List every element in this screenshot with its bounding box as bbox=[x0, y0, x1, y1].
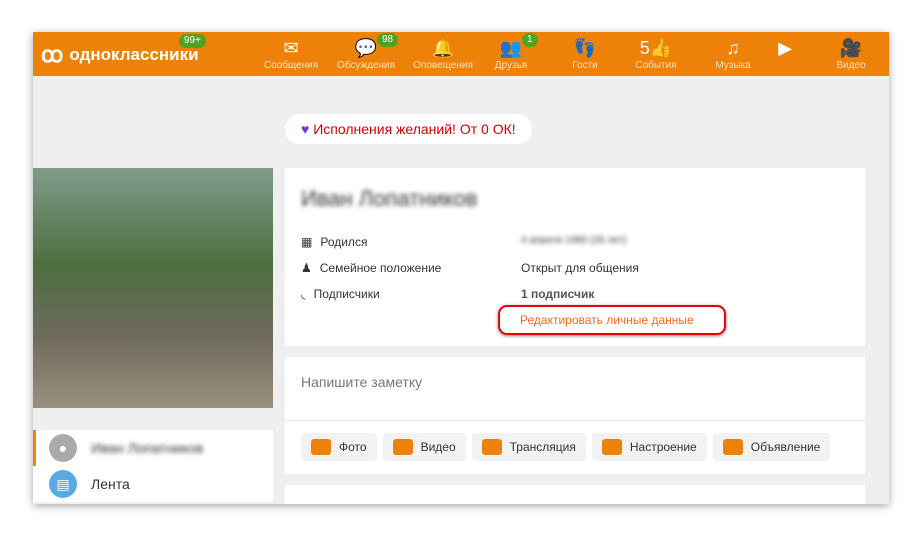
logo[interactable]: ꝏ одноклассники bbox=[41, 42, 199, 68]
broadcast-icon bbox=[481, 439, 502, 455]
nav-label: Друзья bbox=[494, 60, 528, 71]
nav-badge: 98 bbox=[377, 33, 399, 47]
nav-label: Сообщения bbox=[263, 60, 319, 71]
rss-icon: ◟ bbox=[301, 287, 306, 301]
note-card: Напишите заметку Фото Видео Трансляция Наст… bbox=[285, 357, 865, 474]
family-value: Открыт для общения bbox=[521, 261, 639, 275]
nav-label: Видео bbox=[836, 60, 866, 71]
left-menu: ● Иван Лопатников ▤ Лента bbox=[33, 430, 273, 502]
left-menu-feed[interactable]: ▤ Лента bbox=[33, 466, 273, 502]
events-icon: 5👍 bbox=[639, 38, 673, 58]
nav-badge: 1 bbox=[522, 33, 538, 47]
note-video-button[interactable]: Видео bbox=[382, 433, 466, 461]
nav-label: Музыка bbox=[715, 60, 751, 71]
calendar-icon: ▦ bbox=[301, 235, 313, 249]
row-label: Подписчики bbox=[313, 287, 380, 301]
nav-video-camera[interactable]: 🎥 Видео bbox=[816, 36, 886, 71]
note-ad-button[interactable]: Объявление bbox=[712, 433, 831, 461]
button-label: Фото bbox=[339, 440, 367, 454]
video-icon bbox=[392, 439, 413, 455]
nav-chat[interactable]: 💬 Обсуждения 98 bbox=[331, 33, 401, 71]
promo-text: Исполнения желаний! От 0 ОК! bbox=[313, 121, 516, 137]
profile-name: Иван Лопатников bbox=[301, 186, 478, 211]
camera-icon bbox=[311, 439, 331, 455]
nav-events[interactable]: 5👍 События bbox=[621, 36, 691, 71]
left-menu-label: Иван Лопатников bbox=[91, 440, 204, 456]
feed-icon: ▤ bbox=[49, 470, 77, 498]
nav-label: События bbox=[635, 60, 677, 71]
avatar-icon: ● bbox=[49, 434, 77, 462]
left-menu-profile[interactable]: ● Иван Лопатников bbox=[33, 430, 273, 466]
mood-icon bbox=[601, 439, 622, 455]
row-label: Семейное положение bbox=[319, 261, 442, 275]
profile-photo[interactable] bbox=[33, 168, 273, 408]
nav-label: Оповещения bbox=[413, 60, 473, 71]
note-input[interactable]: Напишите заметку bbox=[285, 357, 865, 421]
nav-label: Обсуждения bbox=[336, 60, 396, 71]
subscribers-value[interactable]: 1 подписчик bbox=[521, 287, 594, 301]
ad-icon bbox=[722, 439, 743, 455]
nav-play[interactable]: ▶ bbox=[750, 36, 820, 60]
nav-footprints[interactable]: 👣 Гости bbox=[550, 36, 620, 71]
note-broadcast-button[interactable]: Трансляция bbox=[471, 433, 586, 461]
nav-envelope[interactable]: ✉ Сообщения bbox=[256, 36, 326, 71]
envelope-icon: ✉ bbox=[283, 38, 299, 58]
feed-card bbox=[285, 485, 865, 504]
video-camera-icon: 🎥 bbox=[839, 38, 863, 58]
edit-personal-data-link[interactable]: Редактировать личные данные bbox=[498, 305, 726, 335]
nav-bell[interactable]: 🔔 Оповещения bbox=[408, 36, 478, 71]
button-label: Трансляция bbox=[509, 440, 576, 454]
logo-badge: 99+ bbox=[179, 34, 206, 48]
nav-friends[interactable]: 👥 Друзья 1 bbox=[476, 33, 546, 71]
balloon-icon: ♥ bbox=[301, 121, 310, 137]
button-label: Настроение bbox=[629, 440, 697, 454]
note-camera-button[interactable]: Фото bbox=[301, 433, 377, 461]
bell-icon: 🔔 bbox=[431, 38, 455, 58]
left-menu-label: Лента bbox=[91, 476, 130, 492]
note-mood-button[interactable]: Настроение bbox=[591, 433, 707, 461]
family-icon: ♟ bbox=[301, 261, 312, 275]
logo-text: одноклассники bbox=[69, 45, 199, 64]
top-bar: ꝏ одноклассники 99+ ✉ Сообщения 💬 Обсуждения… bbox=[33, 32, 889, 76]
browser-window: ꝏ одноклассники 99+ ✉ Сообщения 💬 Обсуждения… bbox=[33, 32, 889, 504]
button-label: Видео bbox=[420, 440, 456, 454]
button-label: Объявление bbox=[750, 440, 821, 454]
promo-banner[interactable]: ♥ Исполнения желаний! От 0 ОК! bbox=[285, 114, 532, 144]
profile-card: Иван Лопатников ▦ Родился 4 апреля 1990 (… bbox=[285, 168, 865, 346]
birth-value: 4 апреля 1990 (26 лет) bbox=[521, 235, 627, 246]
play-icon: ▶ bbox=[778, 38, 792, 58]
nav-label: Гости bbox=[572, 60, 598, 71]
footprints-icon: 👣 bbox=[573, 38, 597, 58]
row-label: Родился bbox=[320, 235, 368, 249]
